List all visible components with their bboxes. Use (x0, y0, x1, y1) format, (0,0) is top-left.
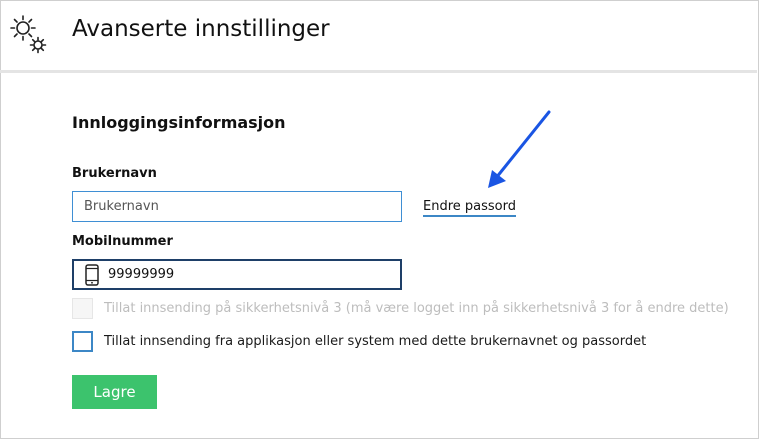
change-password-link[interactable]: Endre passord (423, 199, 516, 217)
save-button[interactable]: Lagre (72, 375, 157, 409)
page-title: Avanserte innstillinger (72, 16, 330, 42)
mobile-input[interactable] (108, 261, 398, 288)
mobile-label: Mobilnummer (72, 234, 173, 249)
annotation-arrow (488, 110, 551, 188)
application-submission-checkbox-label[interactable]: Tillat innsending fra applikasjon eller … (104, 334, 646, 349)
mobile-phone-icon (85, 264, 99, 286)
section-title: Innloggingsinformasjon (72, 113, 286, 132)
mobile-field[interactable] (72, 259, 402, 290)
security-level-checkbox (72, 298, 93, 319)
username-label: Brukernavn (72, 166, 157, 181)
page-header: Avanserte innstillinger (0, 0, 757, 73)
security-level-checkbox-label: Tillat innsending på sikkerhetsnivå 3 (m… (104, 301, 729, 316)
application-submission-checkbox[interactable] (72, 331, 93, 352)
username-input[interactable] (72, 191, 402, 222)
gears-icon (10, 15, 47, 54)
